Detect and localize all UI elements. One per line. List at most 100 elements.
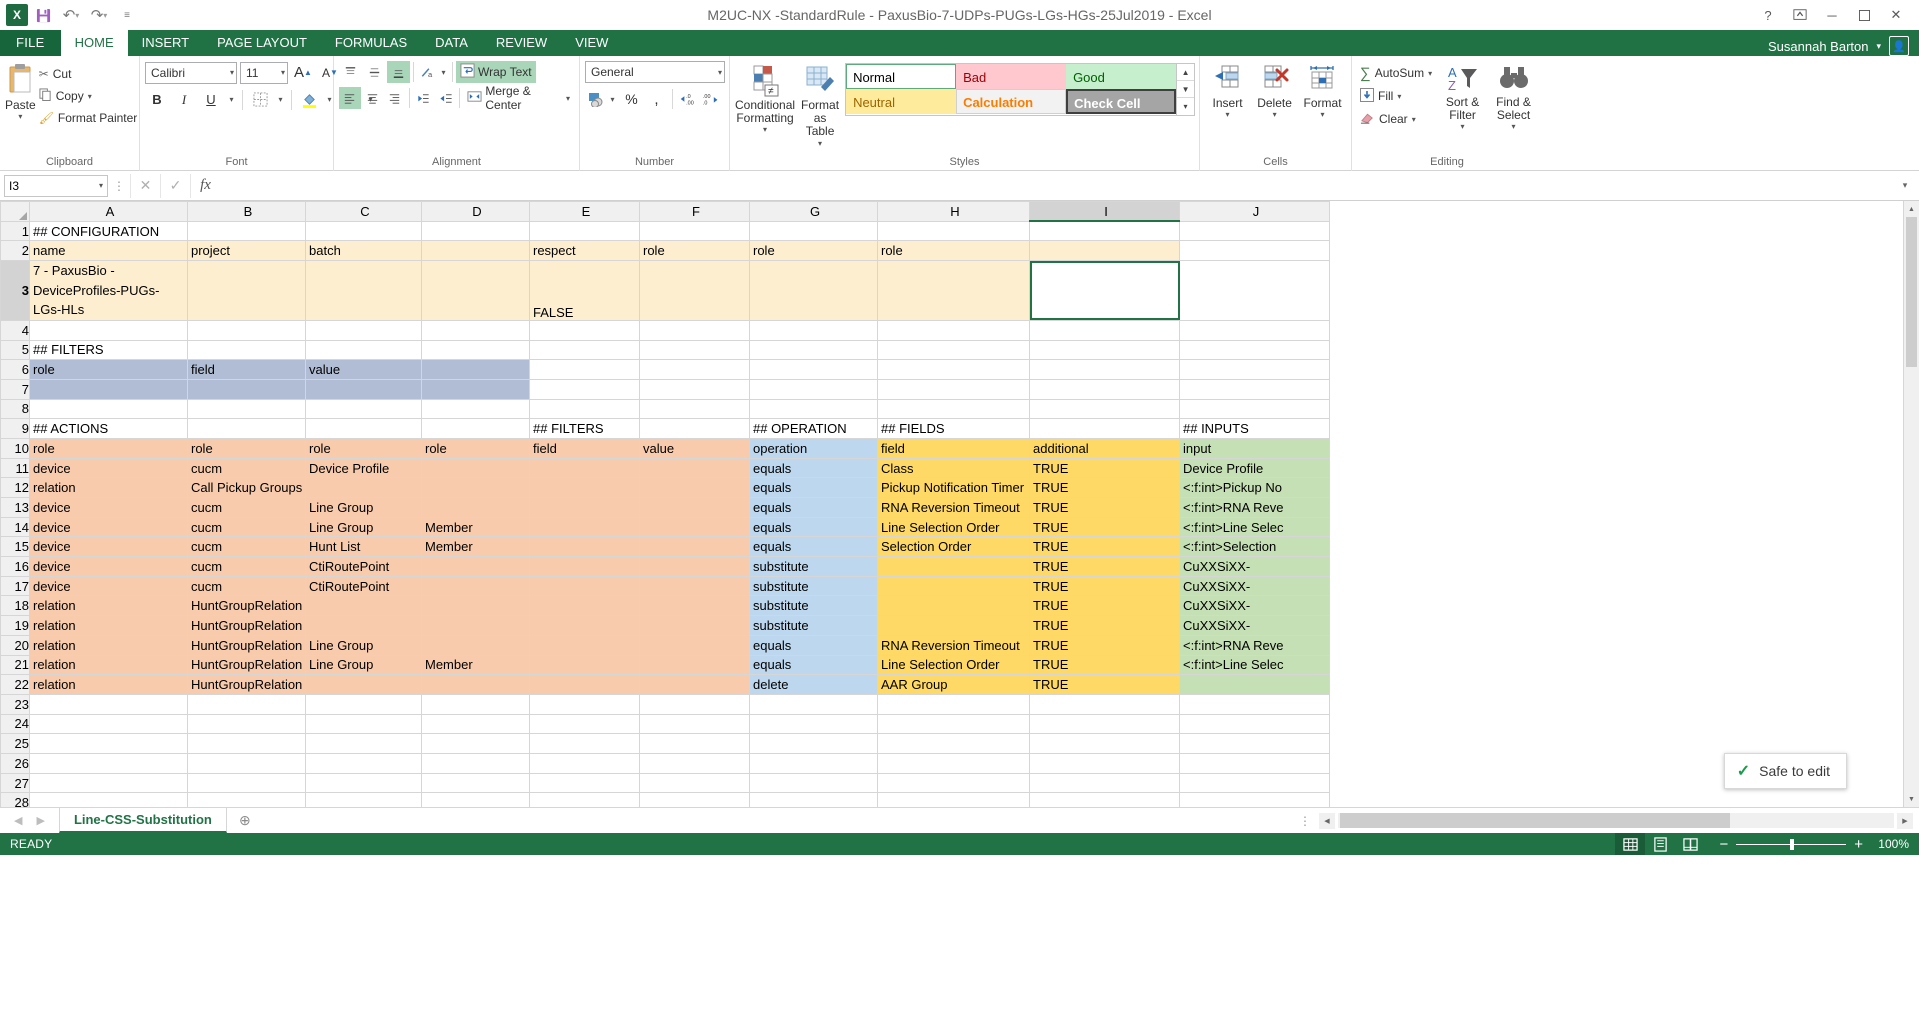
ribbon-display-options-icon[interactable] xyxy=(1785,2,1815,28)
cell-E24[interactable] xyxy=(530,714,640,734)
cell-F17[interactable] xyxy=(640,576,750,596)
italic-button[interactable]: I xyxy=(172,88,196,111)
row-header-25[interactable]: 25 xyxy=(1,734,30,754)
cell-E11[interactable] xyxy=(530,458,640,478)
cell-A6[interactable]: role xyxy=(30,360,188,380)
cell-F6[interactable] xyxy=(640,360,750,380)
cell-F20[interactable] xyxy=(640,635,750,655)
cell-H21[interactable]: Line Selection Order xyxy=(878,655,1030,675)
cell-G17[interactable]: substitute xyxy=(750,576,878,596)
cell-D3[interactable] xyxy=(422,261,530,321)
cell-A15[interactable]: device xyxy=(30,537,188,557)
cell-B26[interactable] xyxy=(188,753,306,773)
cell-C28[interactable] xyxy=(306,793,422,807)
col-header-G[interactable]: G xyxy=(750,202,878,222)
bold-button[interactable]: B xyxy=(145,88,169,111)
cell-J25[interactable] xyxy=(1180,734,1330,754)
cell-F18[interactable] xyxy=(640,596,750,616)
cell-B10[interactable]: role xyxy=(188,438,306,458)
horizontal-scrollbar[interactable]: ◀ ▶ xyxy=(1319,808,1919,833)
cell-A28[interactable] xyxy=(30,793,188,807)
wrap-text-button[interactable]: Wrap Text xyxy=(456,61,536,83)
row-header-20[interactable]: 20 xyxy=(1,635,30,655)
cell-A3[interactable]: 7 - PaxusBio - DeviceProfiles-PUGs-LGs-H… xyxy=(30,261,188,321)
cell-J16[interactable]: CuXXSiXX- xyxy=(1180,557,1330,577)
undo-icon[interactable]: ↶▾ xyxy=(58,3,84,27)
cell-E25[interactable] xyxy=(530,734,640,754)
row-header-14[interactable]: 14 xyxy=(1,517,30,537)
tab-formulas[interactable]: FORMULAS xyxy=(321,30,421,56)
cell-C26[interactable] xyxy=(306,753,422,773)
fill-button[interactable]: Fill ▾ xyxy=(1357,85,1435,107)
tab-review[interactable]: REVIEW xyxy=(482,30,561,56)
cell-D1[interactable] xyxy=(422,221,530,241)
style-good[interactable]: Good xyxy=(1066,64,1176,89)
delete-cells-button[interactable]: Delete ▾ xyxy=(1252,63,1297,119)
cell-E14[interactable] xyxy=(530,517,640,537)
cell-C6[interactable]: value xyxy=(306,360,422,380)
row-header-4[interactable]: 4 xyxy=(1,320,30,340)
cell-A14[interactable]: device xyxy=(30,517,188,537)
cell-C3[interactable] xyxy=(306,261,422,321)
cell-A9[interactable]: ## ACTIONS xyxy=(30,419,188,439)
cell-H15[interactable]: Selection Order xyxy=(878,537,1030,557)
cell-A25[interactable] xyxy=(30,734,188,754)
cell-C18[interactable] xyxy=(306,596,422,616)
cell-G25[interactable] xyxy=(750,734,878,754)
cell-G1[interactable] xyxy=(750,221,878,241)
style-check-cell[interactable]: Check Cell xyxy=(1066,89,1176,114)
cell-D8[interactable] xyxy=(422,399,530,419)
col-header-I[interactable]: I xyxy=(1030,202,1180,222)
col-header-H[interactable]: H xyxy=(878,202,1030,222)
cell-D25[interactable] xyxy=(422,734,530,754)
sheet-bar-handle[interactable]: ⋮ xyxy=(1299,808,1319,833)
cell-J4[interactable] xyxy=(1180,320,1330,340)
cell-I1[interactable] xyxy=(1030,221,1180,241)
cell-B7[interactable] xyxy=(188,379,306,399)
cell-F11[interactable] xyxy=(640,458,750,478)
autosum-button[interactable]: ∑ AutoSum ▾ xyxy=(1357,62,1435,84)
cell-D17[interactable] xyxy=(422,576,530,596)
cell-I8[interactable] xyxy=(1030,399,1180,419)
cell-I19[interactable]: TRUE xyxy=(1030,616,1180,636)
cell-C16[interactable]: CtiRoutePoint xyxy=(306,557,422,577)
cell-C12[interactable] xyxy=(306,478,422,498)
cell-E20[interactable] xyxy=(530,635,640,655)
cell-J23[interactable] xyxy=(1180,694,1330,714)
scroll-left-icon[interactable]: ◀ xyxy=(1319,813,1335,829)
cell-C17[interactable]: CtiRoutePoint xyxy=(306,576,422,596)
cell-D20[interactable] xyxy=(422,635,530,655)
cell-B27[interactable] xyxy=(188,773,306,793)
cell-E22[interactable] xyxy=(530,675,640,695)
tab-insert[interactable]: INSERT xyxy=(128,30,203,56)
align-right-button[interactable] xyxy=(384,87,406,109)
page-layout-view-button[interactable] xyxy=(1645,833,1675,855)
cell-G10[interactable]: operation xyxy=(750,438,878,458)
cell-G9[interactable]: ## OPERATION xyxy=(750,419,878,439)
cell-A17[interactable]: device xyxy=(30,576,188,596)
prev-sheet-icon[interactable]: ◀ xyxy=(14,814,22,827)
format-as-table-button[interactable]: Format as Table ▾ xyxy=(801,63,839,148)
cell-E26[interactable] xyxy=(530,753,640,773)
cell-E18[interactable] xyxy=(530,596,640,616)
sheet-tab-line-css-substitution[interactable]: Line-CSS-Substitution xyxy=(59,808,227,833)
cell-D14[interactable]: Member xyxy=(422,517,530,537)
col-header-C[interactable]: C xyxy=(306,202,422,222)
cell-D10[interactable]: role xyxy=(422,438,530,458)
row-header-11[interactable]: 11 xyxy=(1,458,30,478)
accounting-format-button[interactable] xyxy=(585,88,605,110)
format-cells-button[interactable]: Format ▾ xyxy=(1299,63,1346,119)
cell-D19[interactable] xyxy=(422,616,530,636)
cell-H28[interactable] xyxy=(878,793,1030,807)
cell-J24[interactable] xyxy=(1180,714,1330,734)
cell-D6[interactable] xyxy=(422,360,530,380)
bottom-align-button[interactable] xyxy=(387,61,410,83)
cell-F14[interactable] xyxy=(640,517,750,537)
cell-I9[interactable] xyxy=(1030,419,1180,439)
merge-center-button[interactable]: Merge & Center ▾ xyxy=(463,87,574,109)
cell-F25[interactable] xyxy=(640,734,750,754)
cell-J10[interactable]: input xyxy=(1180,438,1330,458)
cell-A1[interactable]: ## CONFIGURATION xyxy=(30,221,188,241)
cell-D18[interactable] xyxy=(422,596,530,616)
cell-A18[interactable]: relation xyxy=(30,596,188,616)
